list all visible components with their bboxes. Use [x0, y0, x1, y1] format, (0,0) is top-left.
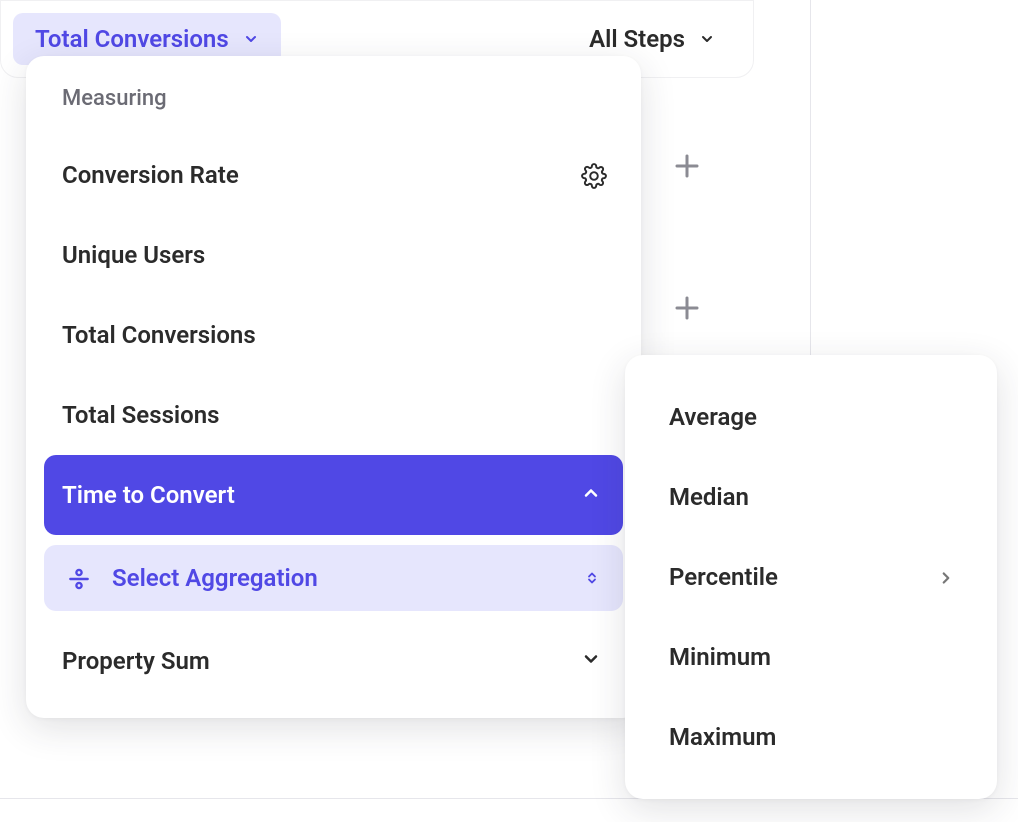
gear-icon[interactable] — [581, 163, 605, 187]
plus-icon — [672, 151, 702, 181]
select-aggregation-button[interactable]: Select Aggregation — [44, 545, 623, 611]
menu-item-label: Conversion Rate — [62, 161, 239, 189]
menu-item-label: Time to Convert — [62, 481, 235, 509]
aggregation-option-label: Maximum — [669, 723, 776, 751]
steps-selector-label: All Steps — [589, 25, 685, 53]
menu-item-total-sessions[interactable]: Total Sessions — [44, 375, 623, 455]
plus-icon — [672, 293, 702, 323]
measuring-dropdown: Measuring Conversion Rate Unique Users T… — [26, 56, 641, 718]
chevron-right-icon — [937, 569, 953, 585]
add-button[interactable] — [672, 293, 702, 323]
aggregation-option-minimum[interactable]: Minimum — [645, 617, 977, 697]
add-button[interactable] — [672, 151, 702, 181]
sort-updown-icon — [583, 569, 601, 587]
menu-item-total-conversions[interactable]: Total Conversions — [44, 295, 623, 375]
aggregation-option-label: Median — [669, 483, 749, 511]
aggregation-option-percentile[interactable]: Percentile — [645, 537, 977, 617]
dropdown-section-label: Measuring — [44, 76, 623, 135]
chevron-down-icon — [243, 31, 259, 47]
aggregation-icon — [66, 566, 90, 590]
aggregation-option-maximum[interactable]: Maximum — [645, 697, 977, 777]
menu-item-time-to-convert[interactable]: Time to Convert — [44, 455, 623, 535]
menu-item-label: Unique Users — [62, 241, 205, 269]
menu-item-unique-users[interactable]: Unique Users — [44, 215, 623, 295]
chevron-down-icon — [581, 649, 605, 673]
chevron-up-icon — [581, 483, 605, 507]
menu-item-label: Property Sum — [62, 647, 210, 675]
menu-item-label: Total Conversions — [62, 321, 256, 349]
aggregation-option-average[interactable]: Average — [645, 377, 977, 457]
metric-selector-label: Total Conversions — [35, 25, 229, 53]
aggregation-submenu: Average Median Percentile Minimum Maximu… — [625, 355, 997, 799]
aggregation-option-label: Average — [669, 403, 757, 431]
aggregation-option-median[interactable]: Median — [645, 457, 977, 537]
menu-item-label: Total Sessions — [62, 401, 219, 429]
chevron-down-icon — [699, 31, 715, 47]
aggregation-option-label: Percentile — [669, 563, 778, 591]
menu-item-property-sum[interactable]: Property Sum — [44, 621, 623, 701]
select-aggregation-label: Select Aggregation — [112, 564, 318, 592]
menu-item-conversion-rate[interactable]: Conversion Rate — [44, 135, 623, 215]
aggregation-option-label: Minimum — [669, 643, 771, 671]
